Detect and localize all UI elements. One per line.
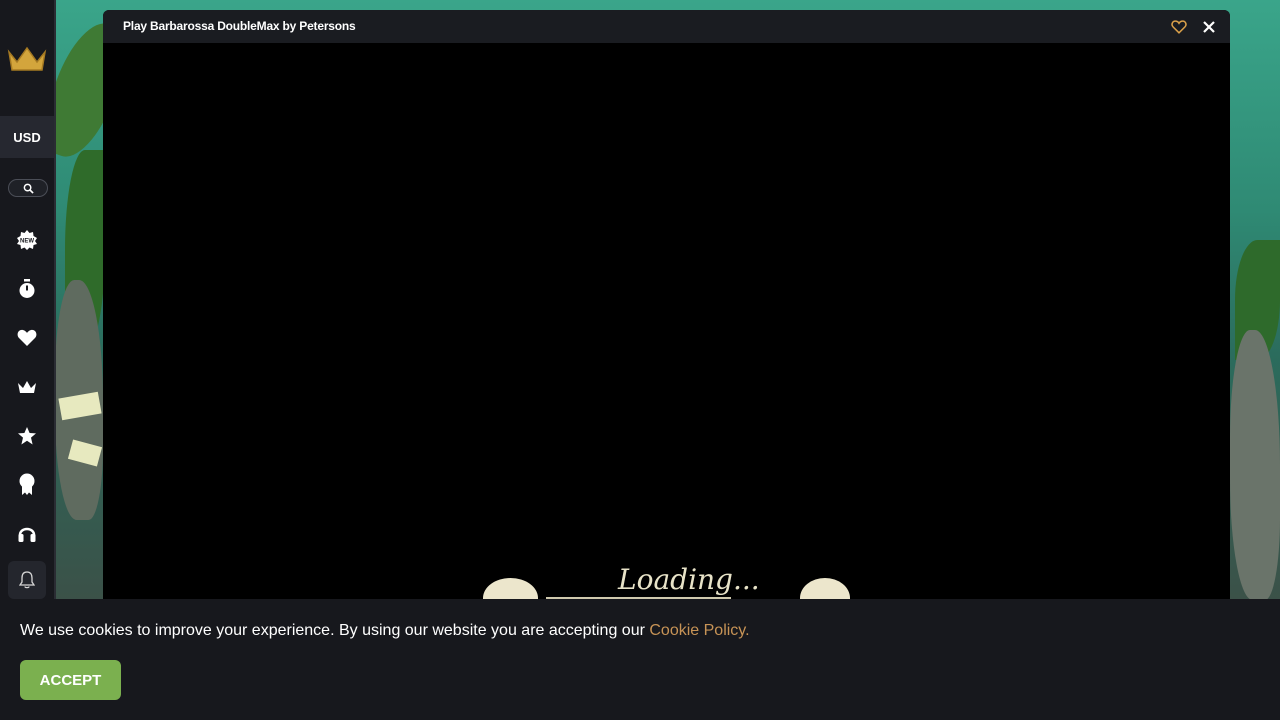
left-sidebar: USD NEW xyxy=(0,0,56,600)
favorites-button[interactable] xyxy=(0,326,54,350)
headset-icon xyxy=(18,527,36,542)
search-icon xyxy=(23,183,34,194)
close-button[interactable] xyxy=(1198,16,1220,38)
modal-title: Play Barbarossa DoubleMax by Petersons xyxy=(123,19,356,33)
star-icon xyxy=(18,427,36,445)
favorite-button[interactable] xyxy=(1168,16,1190,38)
modal-header: Play Barbarossa DoubleMax by Petersons xyxy=(103,10,1230,43)
cookie-policy-link[interactable]: Cookie Policy. xyxy=(649,622,749,639)
cookie-message: We use cookies to improve your experienc… xyxy=(20,622,750,640)
heart-icon xyxy=(17,329,37,346)
accept-button[interactable]: ACCEPT xyxy=(20,660,121,700)
game-modal: Play Barbarossa DoubleMax by Petersons L… xyxy=(103,10,1230,610)
cookie-banner: We use cookies to improve your experienc… xyxy=(0,599,1280,720)
medal-icon xyxy=(19,473,35,495)
game-frame[interactable]: Loading... xyxy=(103,43,1230,610)
new-badge-icon: NEW xyxy=(17,230,37,250)
bell-icon xyxy=(19,571,35,589)
support-button[interactable] xyxy=(0,521,54,545)
vip-button[interactable] xyxy=(0,375,54,399)
cookie-message-text: We use cookies to improve your experienc… xyxy=(20,622,650,639)
loading-text: Loading... xyxy=(618,563,760,596)
crown-logo-icon[interactable] xyxy=(0,42,54,74)
recent-games-button[interactable] xyxy=(0,277,54,301)
currency-selector[interactable]: USD xyxy=(0,116,54,158)
search-button[interactable] xyxy=(8,179,48,197)
crown-icon xyxy=(18,381,36,393)
stopwatch-icon xyxy=(19,279,35,298)
heart-outline-icon xyxy=(1171,20,1187,34)
close-icon xyxy=(1203,21,1215,33)
notifications-button[interactable] xyxy=(8,561,46,599)
svg-text:NEW: NEW xyxy=(20,239,34,245)
promotions-button[interactable] xyxy=(0,472,54,496)
currency-label: USD xyxy=(13,129,41,145)
new-games-button[interactable]: NEW xyxy=(0,228,54,252)
featured-button[interactable] xyxy=(0,424,54,448)
